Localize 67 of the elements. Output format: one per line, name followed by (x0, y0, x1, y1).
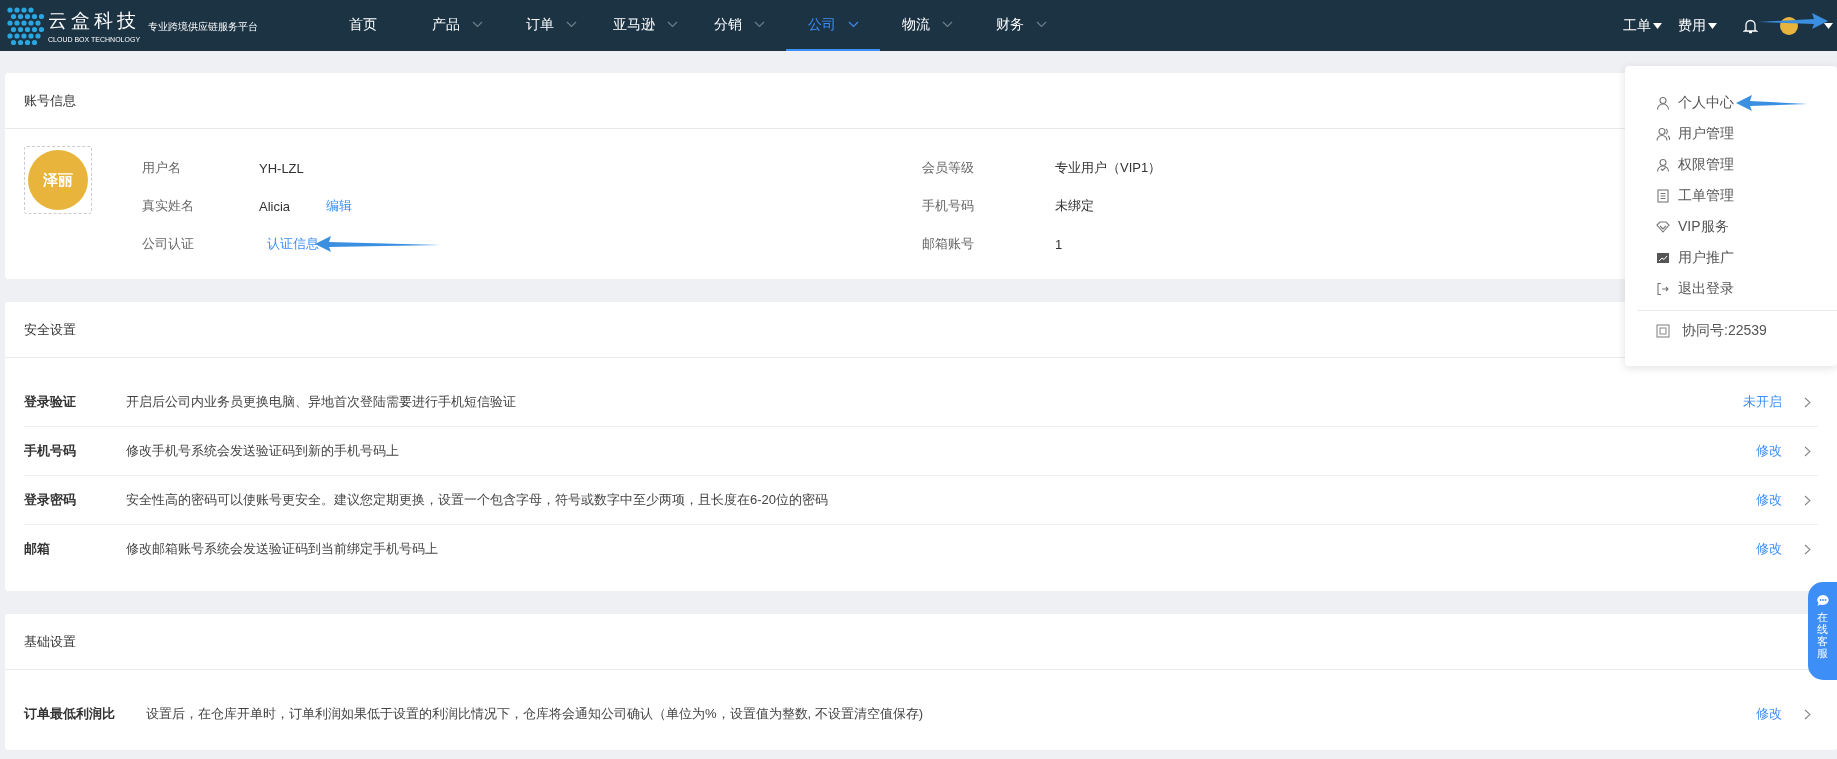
vip-icon (1656, 219, 1670, 234)
setting-label: 登录密码 (24, 491, 77, 509)
bell-icon[interactable] (1743, 17, 1758, 34)
field-label: 会员等级 (922, 159, 975, 177)
chevron-right-icon[interactable] (1804, 396, 1811, 408)
logout-icon (1656, 281, 1670, 296)
field-value: Alicia (259, 198, 291, 214)
field-label: 手机号码 (922, 197, 975, 215)
field-value: 1 (1055, 236, 1063, 252)
avatar: 泽丽 (28, 150, 88, 210)
brand-slogan: 专业跨境供应链服务平台 (148, 20, 258, 34)
chevron-down-icon (666, 21, 678, 28)
chat-bubble-icon (1815, 594, 1830, 607)
users-icon (1656, 126, 1670, 141)
brand-name: 云盒科技 (48, 9, 140, 33)
collaboration-number: 协同号:22539 (1682, 322, 1767, 340)
field-label: 真实姓名 (142, 197, 195, 215)
chevron-down-icon (471, 21, 483, 28)
setting-label: 邮箱 (24, 540, 51, 558)
setting-description: 修改邮箱账号系统会发送验证码到当前绑定手机号码上 (126, 540, 439, 558)
ticket-icon (1656, 188, 1670, 203)
nav-tab[interactable]: 订单 (504, 0, 598, 51)
chevron-right-icon[interactable] (1804, 543, 1811, 555)
setting-description: 开启后公司内业务员更换电脑、异地首次登陆需要进行手机短信验证 (126, 393, 517, 411)
chevron-right-icon[interactable] (1804, 494, 1811, 506)
chevron-right-icon[interactable] (1804, 445, 1811, 457)
permission-icon (1656, 157, 1670, 172)
menu-item[interactable]: 用户推广 (1656, 242, 1734, 273)
chevron-down-icon (565, 21, 577, 28)
menu-item[interactable]: VIP服务 (1656, 211, 1729, 242)
chevron-down-icon (847, 21, 859, 28)
logo-icon (6, 5, 44, 46)
menu-item[interactable]: 工单管理 (1656, 180, 1734, 211)
field-label: 邮箱账号 (922, 235, 975, 253)
caret-down-icon[interactable] (1824, 22, 1833, 29)
setting-label: 订单最低利润比 (24, 705, 116, 723)
nav-tab[interactable]: 公司 (786, 0, 880, 51)
chevron-down-icon (753, 21, 765, 28)
menu-item[interactable]: 退出登录 (1656, 273, 1734, 304)
nav-tab[interactable]: 分销 (692, 0, 786, 51)
promote-icon (1656, 250, 1670, 265)
chevron-right-icon[interactable] (1804, 708, 1811, 720)
user-icon (1656, 95, 1670, 110)
header-menu[interactable]: 费用 (1678, 16, 1717, 35)
field-value: 专业用户（VIP1） (1055, 159, 1162, 177)
nav-tab[interactable]: 财务 (974, 0, 1068, 51)
caret-down-icon (1653, 22, 1662, 29)
menu-item[interactable]: 权限管理 (1656, 149, 1734, 180)
setting-label: 手机号码 (24, 442, 77, 460)
nav-tab[interactable]: 首页 (316, 0, 410, 51)
field-value: 未绑定 (1055, 197, 1094, 215)
setting-description: 设置后，在仓库开单时，订单利润如果低于设置的利润比情况下，仓库将会通知公司确认（单位为%，设置值为整数, 不设置清空值保存) (146, 705, 925, 723)
field-value: YH-LZL (259, 160, 304, 176)
chevron-down-icon (941, 21, 953, 28)
field-label: 用户名 (142, 159, 182, 177)
setting-description: 安全性高的密码可以使账号更安全。建议您定期更换，设置一个包含字母，符号或数字中至少两项，且长度在6-20位的密码 (126, 491, 830, 509)
setting-description: 修改手机号系统会发送验证码到新的手机号码上 (126, 442, 400, 460)
field-label: 公司认证 (142, 235, 195, 253)
chevron-down-icon (1035, 21, 1047, 28)
header-menu[interactable]: 工单 (1623, 16, 1662, 35)
caret-down-icon (1708, 22, 1717, 29)
menu-item[interactable]: 个人中心 (1656, 87, 1808, 118)
setting-label: 登录验证 (24, 393, 77, 411)
nav-tab[interactable]: 物流 (880, 0, 974, 51)
nav-tab[interactable]: 产品 (410, 0, 504, 51)
nav-tab[interactable]: 亚马逊 (598, 0, 692, 51)
id-card-icon (1656, 324, 1670, 338)
